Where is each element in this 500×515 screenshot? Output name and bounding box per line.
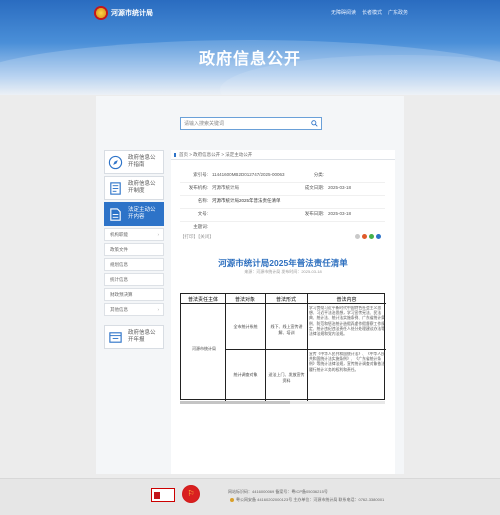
print-close-links[interactable]: 【打印】【关闭】 xyxy=(180,234,214,239)
site-name[interactable]: 河源市统计局 xyxy=(111,8,153,18)
table-header: 普法责任主体 普法对象 普法形式 普法内容 xyxy=(181,294,386,304)
share-icons xyxy=(355,234,381,239)
table-cell-audience: 统计调查对象 xyxy=(233,372,258,377)
table-header-cell: 普法形式 xyxy=(275,297,296,303)
meta-value: 河源市统计局2025年普法责任清单 xyxy=(212,198,281,203)
meta-value: 2025-03-18 xyxy=(328,185,352,190)
meta-key: 主题词: xyxy=(193,224,208,229)
sidebar-item-annual-report[interactable]: 政府信息公开年报 xyxy=(104,325,164,349)
table-cell-form: 送法上门、发放宣传资料 xyxy=(268,372,305,383)
police-emblem-icon xyxy=(230,498,234,502)
sidebar-sub-item[interactable]: 政策文件 xyxy=(104,243,164,256)
top-link-elder-mode[interactable]: 长者模式 xyxy=(362,9,382,16)
meta-table: 索引号: 11441600MB2D012747/2025-00063 分类: 发… xyxy=(180,170,385,235)
sidebar-item-label: 政府信息公开指南 xyxy=(128,155,156,168)
meta-value: 11441600MB2D012747/2025-00063 xyxy=(212,172,285,177)
error-finder-badge[interactable]: ⚐ xyxy=(182,485,200,503)
chevron-right-icon: › xyxy=(157,232,160,237)
sub-item-label: 规划信息 xyxy=(110,262,128,267)
table-cell-subject: 河源市统计局 xyxy=(192,346,216,351)
sidebar-item-label: 政府信息公开年报 xyxy=(128,330,156,343)
search-input[interactable]: 请输入搜索关键词 xyxy=(180,117,322,130)
sidebar-sub-item[interactable]: 规划信息 xyxy=(104,258,164,271)
sidebar-item-statutory[interactable]: 法定主动公开内容 xyxy=(104,202,164,226)
sidebar-sub-item[interactable]: 机构职能 › xyxy=(104,228,164,241)
sub-item-label: 其他信息 xyxy=(110,307,128,312)
meta-key: 成文日期: xyxy=(304,185,324,190)
toolbar: 【打印】【关闭】 xyxy=(180,234,385,242)
sub-item-label: 统计信息 xyxy=(110,277,128,282)
meta-row: 发布机构: 河源市统计局 成文日期: 2025-03-18 xyxy=(180,183,385,196)
gov-site-badge[interactable] xyxy=(151,488,175,502)
meta-row: 索引号: 11441600MB2D012747/2025-00063 分类: xyxy=(180,170,385,183)
meta-key: 发布机构: xyxy=(188,185,208,190)
responsibility-table: 普法责任主体 普法对象 普法形式 普法内容 河源市统计局 全市统计系统 线下、线… xyxy=(180,293,386,401)
footer-line-2[interactable]: 粤公网安备 44160202000123号 主办单位：河源市统计局 联系电话：0… xyxy=(236,497,384,503)
table-cell-form: 线下、线上宣传讲解、培训 xyxy=(270,324,303,335)
header-banner: 河源市统计局 无障碍阅读 长者模式 广东政务 政府信息公开 xyxy=(0,0,500,95)
sub-item-label: 财政预决算 xyxy=(110,292,133,297)
compass-icon xyxy=(108,155,123,169)
search-icon[interactable] xyxy=(311,120,318,127)
horizontal-scrollbar[interactable] xyxy=(180,401,385,404)
meta-row: 名称: 河源市统计局2025年普法责任清单 xyxy=(180,196,385,209)
sub-item-label: 机构职能 xyxy=(110,232,128,237)
badge-glyph-icon: ⚐ xyxy=(187,489,195,498)
chevron-right-icon: › xyxy=(157,307,160,312)
footer-line-1: 网站标识码：4416000069 备案号：粤ICP备05036215号 xyxy=(228,489,328,494)
top-links: 无障碍阅读 长者模式 广东政务 xyxy=(331,9,408,16)
share-icon[interactable] xyxy=(355,234,360,239)
sidebar-item-guide[interactable]: 政府信息公开指南 xyxy=(104,150,164,174)
meta-key: 名称: xyxy=(197,198,208,203)
table-header-cell: 普法对象 xyxy=(234,297,255,303)
meta-value: 2025-03-18 xyxy=(328,211,352,216)
sidebar-item-label: 法定主动公开内容 xyxy=(128,207,156,220)
sidebar-sub-item[interactable]: 其他信息 › xyxy=(104,303,164,316)
meta-key: 发布日期: xyxy=(304,211,324,216)
meta-value: 河源市统计局 xyxy=(212,185,239,190)
wechat-icon[interactable] xyxy=(369,234,374,239)
table-cell-audience: 全市统计系统 xyxy=(233,324,258,329)
sidebar-sub-item[interactable]: 财政预决算 xyxy=(104,288,164,301)
table-header-cell: 普法责任主体 xyxy=(187,297,218,303)
top-link-gd-gov[interactable]: 广东政务 xyxy=(388,9,408,16)
meta-row: 文号: 发布日期: 2025-03-18 xyxy=(180,209,385,222)
qzone-icon[interactable] xyxy=(376,234,381,239)
sidebar: 政府信息公开指南 政府信息公开制度 法定主动公开内容 机构职能 › 政策文件 规划… xyxy=(104,150,164,351)
sidebar-sub-item[interactable]: 统计信息 xyxy=(104,273,164,286)
meta-key: 索引号: xyxy=(193,172,208,177)
table-cell-content: 学习贯彻习近平新时代中国特色社会主义思想、习近平法治思想，学习宣传宪法、民法典、… xyxy=(309,306,385,337)
document-list-icon xyxy=(110,181,121,195)
page-title: 政府信息公开 xyxy=(198,51,301,68)
meta-key: 分类: xyxy=(313,172,324,177)
sub-item-label: 政策文件 xyxy=(110,247,128,252)
table-header-cell: 普法内容 xyxy=(336,297,357,303)
emblem-logo-icon[interactable] xyxy=(94,6,108,20)
top-link-accessible[interactable]: 无障碍阅读 xyxy=(331,9,356,16)
weibo-icon[interactable] xyxy=(362,234,367,239)
search-placeholder: 请输入搜索关键词 xyxy=(184,121,225,127)
document-source: 来源：河源市统计局 发布时间：2025-03-18 xyxy=(244,269,322,274)
document-icon xyxy=(110,207,121,221)
breadcrumb[interactable]: 首页 > 政府信息公开 > 法定主动公开 xyxy=(171,150,395,160)
content-area: 首页 > 政府信息公开 > 法定主动公开 索引号: 11441600MB2D01… xyxy=(171,150,395,474)
scrollbar-thumb[interactable] xyxy=(180,401,290,404)
sidebar-item-system[interactable]: 政府信息公开制度 xyxy=(104,176,164,200)
report-icon xyxy=(109,331,122,343)
meta-key: 文号: xyxy=(197,211,208,216)
sidebar-item-label: 政府信息公开制度 xyxy=(128,181,156,194)
badge-mark-icon xyxy=(154,492,160,499)
table-cell-content: 宣传《中华人民共和国统计法》、《中华人民共和国统计法实施条例》、《广东省统计条例… xyxy=(309,352,385,372)
document-title: 河源市统计局2025年普法责任清单 xyxy=(218,258,348,268)
